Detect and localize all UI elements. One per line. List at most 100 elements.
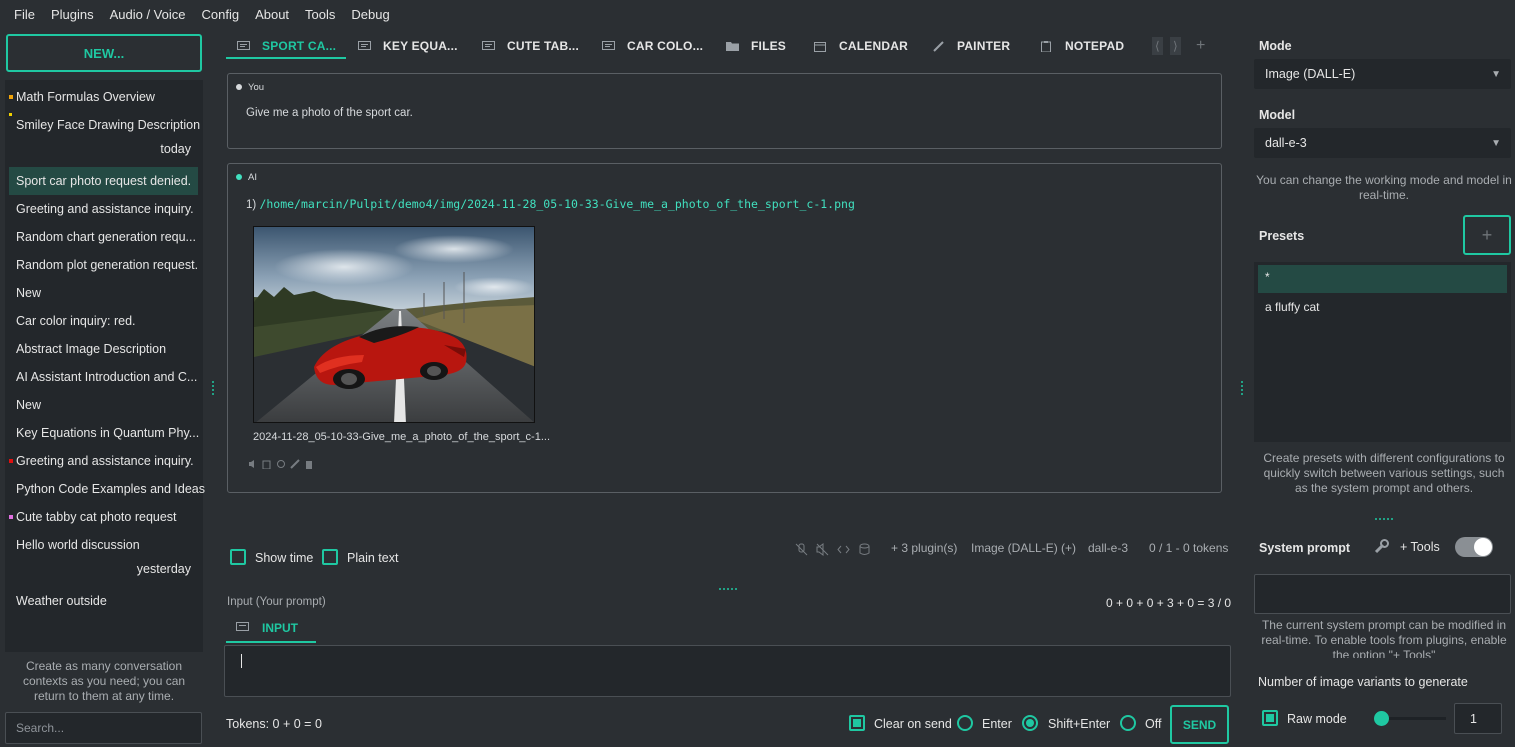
input-label: Input (Your prompt) bbox=[227, 596, 326, 608]
image-caption: 2024-11-28_05-10-33-Give_me_a_photo_of_t… bbox=[253, 431, 550, 443]
menu-plugins[interactable]: Plugins bbox=[43, 7, 102, 22]
variants-number-input[interactable]: 1 bbox=[1454, 703, 1502, 734]
plain-text-label: Plain text bbox=[347, 551, 399, 565]
chevron-right-icon: ⟩ bbox=[1170, 37, 1181, 55]
variants-slider-knob[interactable] bbox=[1374, 711, 1389, 726]
edit-icon[interactable] bbox=[290, 459, 300, 469]
model-select[interactable]: dall-e-3 ▼ bbox=[1254, 128, 1511, 158]
speaker-icon[interactable] bbox=[248, 459, 258, 469]
clear-on-send-checkbox[interactable] bbox=[849, 715, 865, 734]
new-context-button[interactable]: NEW... bbox=[6, 34, 202, 72]
input-splitter-handle[interactable] bbox=[718, 580, 738, 594]
context-color-marker bbox=[9, 95, 13, 99]
tab-label: CALENDAR bbox=[839, 39, 908, 53]
context-item[interactable]: New bbox=[16, 286, 41, 300]
tab-cute-tabby[interactable]: CUTE TAB... bbox=[482, 33, 579, 59]
menu-about[interactable]: About bbox=[247, 7, 297, 22]
tab-label: SPORT CA... bbox=[262, 39, 337, 53]
contexts-hint: Create as many conversation contexts as … bbox=[22, 659, 186, 703]
context-item[interactable]: Hello world discussion bbox=[16, 538, 140, 552]
context-item[interactable]: Math Formulas Overview bbox=[16, 90, 155, 104]
copy-icon[interactable] bbox=[262, 459, 272, 469]
tab-calendar[interactable]: CALENDAR bbox=[814, 33, 908, 59]
system-prompt-title: System prompt bbox=[1259, 541, 1350, 555]
image-path-link[interactable]: /home/marcin/Pulpit/demo4/img/2024-11-28… bbox=[259, 197, 854, 211]
menu-audio-voice[interactable]: Audio / Voice bbox=[102, 7, 194, 22]
tab-car-color[interactable]: CAR COLO... bbox=[602, 33, 703, 59]
tab-files[interactable]: FILES bbox=[726, 33, 786, 59]
tab-notepad[interactable]: NOTEPAD bbox=[1040, 33, 1124, 59]
raw-mode-checkbox[interactable] bbox=[1262, 710, 1278, 729]
clear-on-send-label: Clear on send bbox=[874, 717, 952, 731]
tab-scroll-left-button[interactable]: ⟨ bbox=[1152, 33, 1163, 59]
checkbox-box[interactable] bbox=[849, 715, 865, 731]
shift-enter-radio[interactable] bbox=[1022, 715, 1038, 734]
tab-key-equations[interactable]: KEY EQUA... bbox=[358, 33, 458, 59]
mode-select[interactable]: Image (DALL-E) ▼ bbox=[1254, 59, 1511, 89]
send-button[interactable]: SEND bbox=[1170, 705, 1229, 744]
menu-config[interactable]: Config bbox=[193, 7, 247, 22]
variants-label: Number of image variants to generate bbox=[1258, 675, 1468, 689]
prompt-input[interactable] bbox=[224, 645, 1231, 697]
checkbox-box[interactable] bbox=[1262, 710, 1278, 726]
presets-splitter-handle[interactable] bbox=[1374, 510, 1394, 524]
tab-input[interactable]: INPUT bbox=[236, 621, 298, 635]
image-index: 1) bbox=[246, 199, 257, 211]
context-item[interactable]: Weather outside bbox=[16, 594, 107, 608]
delete-icon[interactable] bbox=[304, 459, 314, 469]
context-color-marker bbox=[9, 459, 13, 463]
message-author: You bbox=[236, 82, 264, 93]
context-item[interactable]: Key Equations in Quantum Phy... bbox=[16, 426, 199, 440]
ai-message: AI 1) /home/marcin/Pulpit/demo4/img/2024… bbox=[227, 163, 1222, 493]
tab-label: INPUT bbox=[262, 621, 298, 635]
right-splitter-handle[interactable] bbox=[1240, 380, 1244, 401]
context-color-marker bbox=[9, 113, 12, 116]
menu-tools[interactable]: Tools bbox=[297, 7, 343, 22]
add-preset-button[interactable]: + bbox=[1463, 215, 1511, 255]
refresh-icon[interactable] bbox=[276, 459, 286, 469]
generated-image[interactable] bbox=[253, 226, 535, 423]
tab-scroll-right-button[interactable]: ⟩ bbox=[1170, 33, 1181, 59]
preset-item[interactable]: * bbox=[1265, 270, 1270, 284]
enter-radio[interactable] bbox=[957, 715, 973, 734]
menu-file[interactable]: File bbox=[6, 7, 43, 22]
off-radio[interactable] bbox=[1120, 715, 1136, 734]
radio-circle[interactable] bbox=[1022, 715, 1038, 731]
left-splitter-handle[interactable] bbox=[211, 380, 215, 398]
context-item[interactable]: Random chart generation requ... bbox=[16, 230, 196, 244]
context-item[interactable]: AI Assistant Introduction and C... bbox=[16, 370, 197, 384]
context-item[interactable]: Car color inquiry: red. bbox=[16, 314, 136, 328]
context-item[interactable]: Cute tabby cat photo request bbox=[16, 510, 177, 524]
menu-debug[interactable]: Debug bbox=[343, 7, 397, 22]
show-time-checkbox[interactable] bbox=[230, 549, 246, 568]
tools-toggle[interactable] bbox=[1455, 537, 1493, 557]
calendar-icon bbox=[814, 41, 826, 52]
date-group-yesterday: yesterday bbox=[136, 562, 191, 576]
context-item[interactable]: Greeting and assistance inquiry. bbox=[16, 454, 194, 468]
tab-sport-car[interactable]: SPORT CA... bbox=[237, 33, 336, 59]
preset-item[interactable]: a fluffy cat bbox=[1265, 300, 1319, 314]
radio-circle[interactable] bbox=[1120, 715, 1136, 731]
context-item[interactable]: Smiley Face Drawing Description bbox=[16, 118, 200, 132]
input-tab-indicator bbox=[226, 641, 316, 643]
context-item[interactable]: Abstract Image Description bbox=[16, 342, 166, 356]
context-item[interactable]: Random plot generation request. bbox=[16, 258, 198, 272]
context-item-selected[interactable]: Sport car photo request denied. bbox=[16, 174, 191, 188]
add-tab-button[interactable]: + bbox=[1196, 33, 1206, 59]
tab-painter[interactable]: PAINTER bbox=[932, 33, 1010, 59]
checkbox-box[interactable] bbox=[322, 549, 338, 565]
radio-circle[interactable] bbox=[957, 715, 973, 731]
context-item[interactable]: Python Code Examples and Ideas bbox=[16, 482, 205, 496]
database-icon bbox=[859, 543, 870, 555]
context-item[interactable]: Greeting and assistance inquiry. bbox=[16, 202, 194, 216]
plain-text-checkbox[interactable] bbox=[322, 549, 338, 568]
checkbox-box[interactable] bbox=[230, 549, 246, 565]
search-input[interactable]: Search... bbox=[5, 712, 202, 744]
context-item[interactable]: New bbox=[16, 398, 41, 412]
tokens-status: 0 / 1 - 0 tokens bbox=[1149, 541, 1229, 555]
system-prompt-input[interactable] bbox=[1254, 574, 1511, 614]
chat-icon bbox=[482, 40, 495, 50]
tab-label: PAINTER bbox=[957, 39, 1011, 53]
variants-slider-track[interactable] bbox=[1382, 717, 1446, 720]
status-icons bbox=[795, 543, 871, 556]
